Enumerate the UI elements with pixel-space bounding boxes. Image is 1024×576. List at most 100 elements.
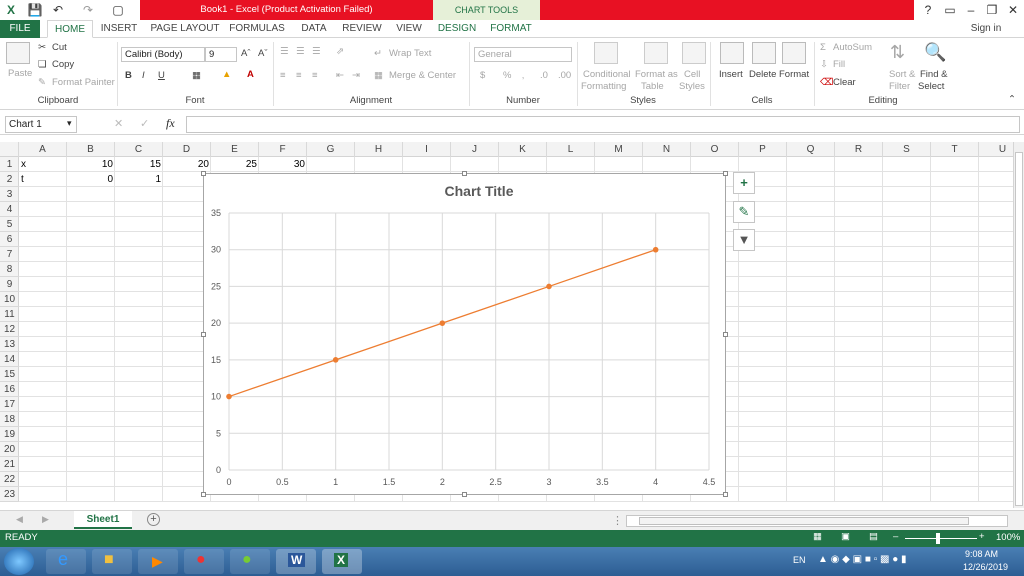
help-button[interactable]: ?: [917, 0, 939, 20]
conditional-formatting-sub[interactable]: Formatting: [581, 81, 626, 92]
insert-function-button[interactable]: fx: [166, 116, 175, 131]
copy-icon[interactable]: ❏: [38, 59, 47, 70]
name-box-dropdown-icon[interactable]: ▾: [67, 118, 72, 129]
font-size-select[interactable]: 9: [205, 47, 237, 62]
undo-icon[interactable]: ↶: [50, 2, 66, 18]
increase-indent-icon[interactable]: ⇥: [352, 70, 360, 81]
sort-filter-button[interactable]: Sort &: [889, 69, 915, 80]
clock-date[interactable]: 12/26/2019: [963, 562, 1008, 572]
resize-handle-tl[interactable]: [201, 171, 206, 176]
increase-decimal-icon[interactable]: .0: [540, 70, 548, 81]
format-cells-icon[interactable]: [782, 42, 806, 64]
column-header-c[interactable]: C: [115, 142, 163, 157]
column-header-t[interactable]: T: [931, 142, 979, 157]
column-header-r[interactable]: R: [835, 142, 883, 157]
paste-button[interactable]: Paste: [8, 68, 32, 79]
cell-b2[interactable]: 0: [67, 172, 115, 187]
tab-file[interactable]: FILE: [0, 20, 40, 38]
ie-taskbar-icon[interactable]: e: [46, 549, 86, 574]
italic-button[interactable]: I: [142, 70, 145, 81]
chart-filter-icon[interactable]: ▼: [733, 229, 755, 251]
tab-review[interactable]: REVIEW: [340, 20, 384, 38]
cell-a2[interactable]: t: [19, 172, 67, 187]
excel-taskbar-icon[interactable]: X: [322, 549, 362, 574]
clear-icon[interactable]: ⌫: [820, 77, 833, 88]
print-preview-icon[interactable]: ▢: [110, 2, 126, 18]
currency-icon[interactable]: $: [480, 70, 485, 81]
scatter-chart[interactable]: Chart Title 0 5 10 15 20 25 30 35 0 0.5 1 1.5 2 2.5 3 3.…: [204, 174, 725, 494]
chrome-taskbar-icon[interactable]: ●: [184, 549, 224, 574]
minimize-icon[interactable]: –: [960, 0, 982, 20]
delete-cells-button[interactable]: Delete: [749, 69, 776, 80]
row-header-21[interactable]: 21: [0, 457, 19, 472]
explorer-taskbar-icon[interactable]: ■: [92, 549, 132, 574]
vertical-scrollbar[interactable]: [1013, 142, 1024, 508]
page-break-view-icon[interactable]: ▤: [869, 531, 878, 542]
column-header-h[interactable]: H: [355, 142, 403, 157]
find-select-icon[interactable]: 🔍: [924, 42, 946, 63]
format-painter-button[interactable]: Format Painter: [52, 77, 115, 88]
row-header-8[interactable]: 8: [0, 262, 19, 277]
row-header-17[interactable]: 17: [0, 397, 19, 412]
resize-handle-tr[interactable]: [723, 171, 728, 176]
collapse-ribbon-icon[interactable]: ⌃: [1008, 94, 1016, 105]
cut-button[interactable]: Cut: [52, 42, 67, 53]
chart-object[interactable]: Chart Title 0 5 10 15 20 25 30 35 0 0.5 1 1.5 2 2.5 3 3.…: [203, 173, 726, 495]
column-header-i[interactable]: I: [403, 142, 451, 157]
sort-filter-icon[interactable]: ⇅: [890, 42, 905, 63]
align-left-icon[interactable]: ≡: [280, 70, 286, 81]
tray-icons[interactable]: ▲ ◉ ◆ ▣ ■ ▫ ▩ ● ▮: [818, 554, 907, 565]
tab-view[interactable]: VIEW: [392, 20, 426, 38]
cell-c2[interactable]: 1: [115, 172, 163, 187]
row-header-23[interactable]: 23: [0, 487, 19, 502]
align-right-icon[interactable]: ≡: [312, 70, 318, 81]
row-header-4[interactable]: 4: [0, 202, 19, 217]
next-sheet-icon[interactable]: ▶: [42, 514, 49, 525]
format-as-table-icon[interactable]: [644, 42, 668, 64]
cell-styles-icon[interactable]: [682, 42, 706, 64]
cell-a1[interactable]: x: [19, 157, 67, 172]
tab-page-layout[interactable]: PAGE LAYOUT: [150, 20, 220, 38]
column-header-f[interactable]: F: [259, 142, 307, 157]
percent-icon[interactable]: %: [503, 70, 511, 81]
delete-cells-icon[interactable]: [752, 42, 776, 64]
orientation-icon[interactable]: ⇗: [336, 46, 344, 57]
tab-format[interactable]: FORMAT: [488, 20, 534, 38]
tab-insert[interactable]: INSERT: [98, 20, 140, 38]
prev-sheet-icon[interactable]: ◀: [16, 514, 23, 525]
conditional-formatting-icon[interactable]: [594, 42, 618, 64]
paste-icon[interactable]: [6, 42, 30, 64]
row-header-11[interactable]: 11: [0, 307, 19, 322]
vertical-scroll-thumb[interactable]: [1015, 152, 1023, 506]
column-header-j[interactable]: J: [451, 142, 499, 157]
resize-handle-ml[interactable]: [201, 332, 206, 337]
format-as-table-sub[interactable]: Table: [641, 81, 664, 92]
column-header-g[interactable]: G: [307, 142, 355, 157]
cell-b1[interactable]: 10: [67, 157, 115, 172]
row-header-1[interactable]: 1: [0, 157, 19, 172]
resize-handle-br[interactable]: [723, 492, 728, 497]
row-header-20[interactable]: 20: [0, 442, 19, 457]
row-header-14[interactable]: 14: [0, 352, 19, 367]
tab-formulas[interactable]: FORMULAS: [228, 20, 286, 38]
media-player-taskbar-icon[interactable]: ▶: [138, 549, 178, 574]
zoom-out-icon[interactable]: –: [893, 531, 898, 542]
data-point[interactable]: [546, 283, 552, 290]
copy-button[interactable]: Copy: [52, 59, 74, 70]
tab-split-icon[interactable]: ⋮: [612, 514, 623, 527]
format-painter-icon[interactable]: ✎: [38, 77, 46, 88]
clock-time[interactable]: 9:08 AM: [965, 549, 998, 559]
fill-button[interactable]: Fill: [833, 59, 845, 70]
cell-styles-sub[interactable]: Styles: [679, 81, 705, 92]
tab-design[interactable]: DESIGN: [436, 20, 478, 38]
find-select-sub[interactable]: Select: [918, 81, 944, 92]
sheet-tab-sheet1[interactable]: Sheet1: [74, 511, 132, 529]
row-header-19[interactable]: 19: [0, 427, 19, 442]
merge-icon[interactable]: ▦: [374, 70, 383, 81]
conditional-formatting-button[interactable]: Conditional: [583, 69, 631, 80]
data-point[interactable]: [332, 357, 339, 363]
app-taskbar-icon[interactable]: ●: [230, 549, 270, 574]
resize-handle-tc[interactable]: [462, 171, 467, 176]
align-center-icon[interactable]: ≡: [296, 70, 302, 81]
cancel-formula-icon[interactable]: ✕: [114, 117, 123, 130]
